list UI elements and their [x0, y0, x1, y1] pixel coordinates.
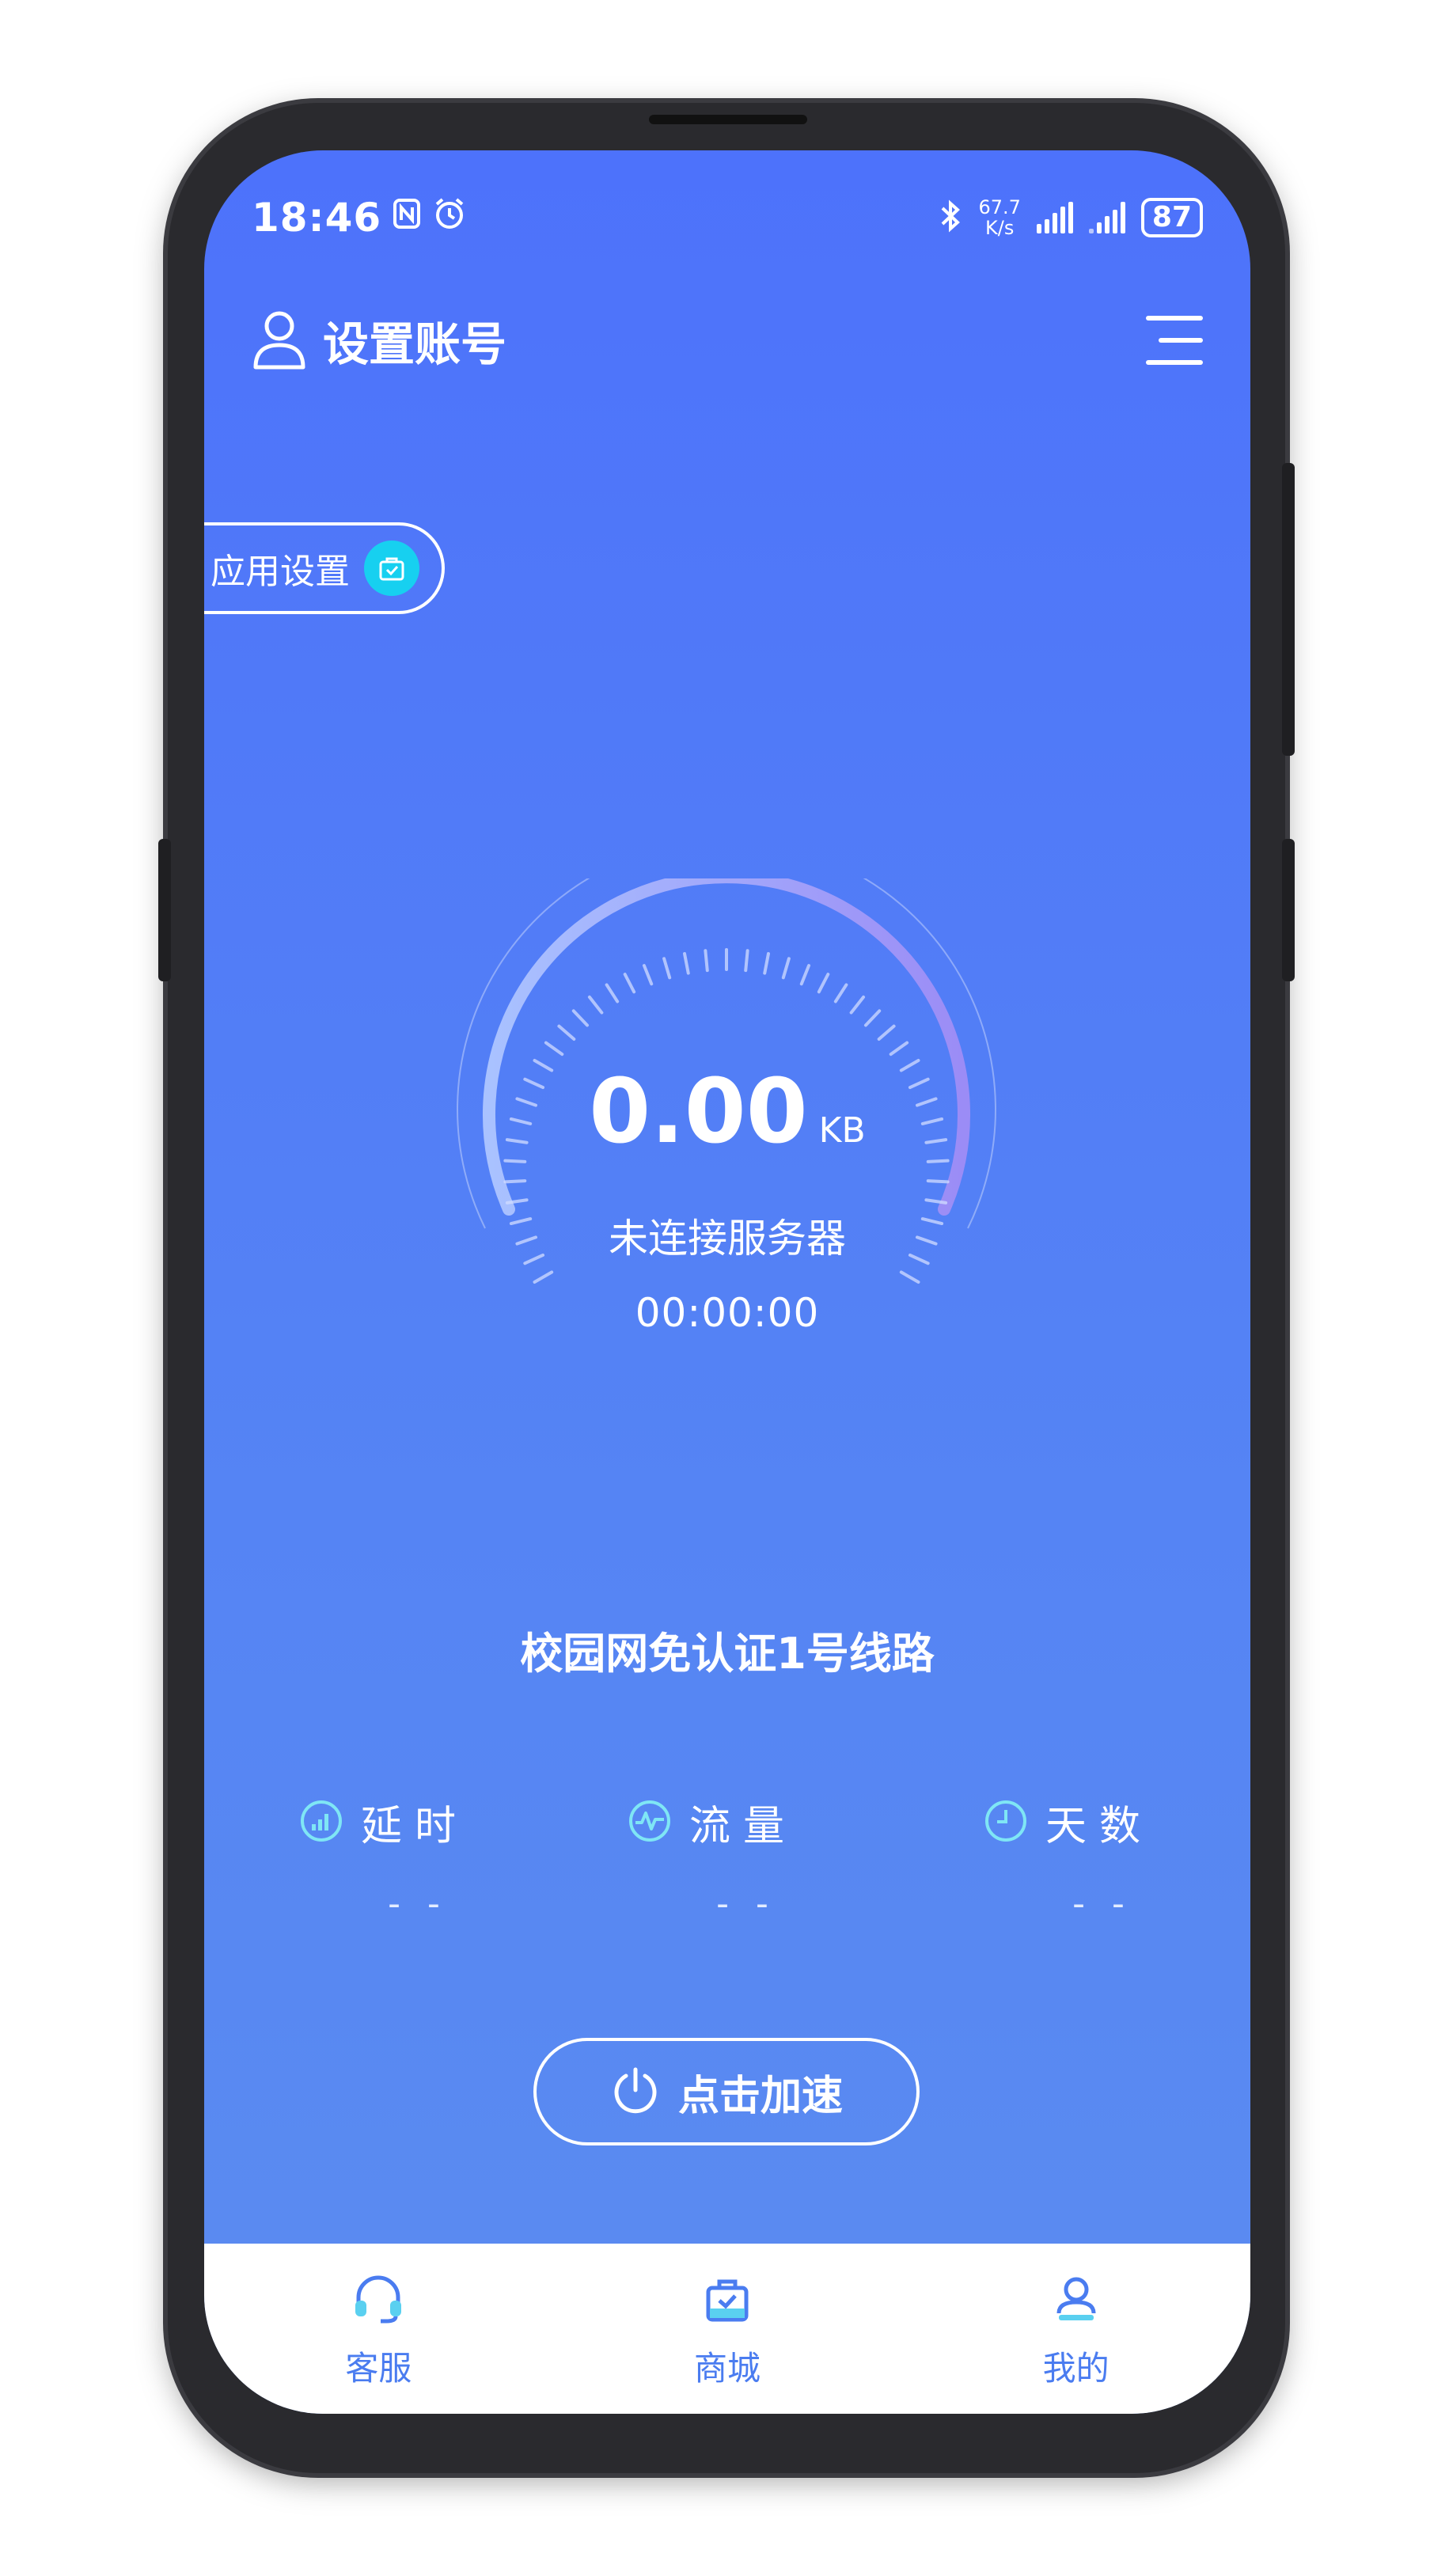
bluetooth-icon	[939, 199, 962, 237]
nav-profile[interactable]: 我的	[901, 2244, 1250, 2414]
battery-indicator: 87	[1140, 198, 1203, 237]
gauge-tick	[799, 964, 811, 986]
gauge-tick	[781, 957, 791, 980]
connection-status: 未连接服务器	[609, 1216, 846, 1261]
gauge-tick	[642, 964, 654, 986]
gauge-tick	[899, 1270, 920, 1284]
gauge-tick	[605, 983, 620, 1003]
traffic-value: 0.00	[589, 1060, 808, 1163]
app-header: 设置账号	[252, 297, 1203, 384]
net-speed-value: 67.7	[978, 196, 1021, 218]
app-screen: 18:46 67.7 K/s 87 设置账号 应用设置 0.00 KB 未连接服…	[204, 150, 1250, 2414]
alarm-icon	[432, 196, 467, 239]
nav-customer-service-label: 客服	[345, 2349, 412, 2388]
signal-bars-icon	[1036, 202, 1073, 233]
gauge-tick	[571, 1009, 590, 1027]
stat-days-label: 天数	[1045, 1803, 1154, 1850]
account-settings-link[interactable]: 设置账号	[323, 307, 506, 374]
gauge-tick	[926, 1179, 950, 1184]
gauge-tick	[877, 1024, 896, 1041]
gauge-tick	[763, 952, 770, 975]
stat-traffic-label: 流量	[689, 1803, 798, 1850]
gauge-tick	[557, 1024, 576, 1041]
gauge-tick	[544, 1041, 564, 1057]
gauge-tick	[533, 1270, 554, 1284]
headset-icon	[351, 2274, 406, 2328]
traffic-unit: KB	[818, 1110, 866, 1151]
net-speed: 67.7 K/s	[978, 197, 1020, 238]
gauge-readout: 0.00 KB	[204, 1060, 1250, 1163]
side-button	[1282, 839, 1295, 981]
signal-icon	[299, 1799, 343, 1846]
nav-profile-label: 我的	[1042, 2349, 1110, 2388]
settings-bag-icon	[364, 541, 419, 596]
stat-latency-label: 延时	[361, 1803, 469, 1850]
nav-customer-service[interactable]: 客服	[204, 2244, 553, 2414]
pulse-icon	[628, 1799, 672, 1846]
gauge-tick	[662, 957, 672, 980]
gauge-tick	[889, 1041, 909, 1057]
device-stage: 18:46 67.7 K/s 87 设置账号 应用设置 0.00 KB 未连接服…	[0, 0, 1449, 2576]
user-icon[interactable]	[252, 307, 307, 374]
gauge-tick	[863, 1009, 882, 1027]
gauge-tick	[704, 949, 709, 973]
app-settings-label: 应用设置	[211, 552, 350, 592]
net-speed-unit: K/s	[985, 217, 1015, 239]
gauge-tick	[744, 949, 749, 973]
gauge-tick	[587, 995, 604, 1015]
nav-store-label: 商城	[694, 2349, 761, 2388]
status-time: 18:46	[252, 195, 382, 241]
stat-traffic: 流量 - -	[628, 1793, 865, 1924]
accelerate-button[interactable]: 点击加速	[533, 2038, 920, 2145]
accelerate-label: 点击加速	[677, 2072, 843, 2120]
profile-icon	[1051, 2274, 1102, 2328]
volume-button	[158, 839, 171, 981]
nav-store[interactable]: 商城	[553, 2244, 902, 2414]
clock-icon	[984, 1799, 1028, 1846]
gauge-tick	[503, 1179, 527, 1184]
stat-latency: 延时 - -	[299, 1793, 537, 1924]
signal-bars-2-icon	[1088, 202, 1125, 233]
nfc-icon	[393, 198, 421, 237]
stat-traffic-value: - -	[716, 1884, 776, 1924]
gauge-tick	[833, 983, 848, 1003]
gauge-tick	[849, 995, 866, 1015]
bottom-navigation: 客服 商城 我的	[204, 2244, 1250, 2414]
status-bar: 18:46 67.7 K/s 87	[252, 190, 1203, 245]
route-name[interactable]: 校园网免认证1号线路	[204, 1618, 1250, 1681]
gauge-tick	[683, 952, 690, 975]
shopping-bag-icon	[702, 2274, 753, 2328]
gauge-tick	[623, 973, 636, 994]
stat-latency-value: - -	[388, 1884, 448, 1924]
stat-days: 天数 - -	[984, 1793, 1221, 1924]
gauge-tick	[817, 973, 830, 994]
status-right: 67.7 K/s 87	[939, 197, 1203, 238]
app-settings-button[interactable]: 应用设置	[204, 522, 445, 614]
earpiece	[649, 115, 807, 124]
stat-days-value: - -	[1072, 1884, 1132, 1924]
menu-icon[interactable]	[1140, 313, 1203, 368]
power-icon	[610, 2065, 661, 2119]
connection-timer: 00:00:00	[635, 1290, 820, 1336]
power-button	[1282, 463, 1295, 756]
